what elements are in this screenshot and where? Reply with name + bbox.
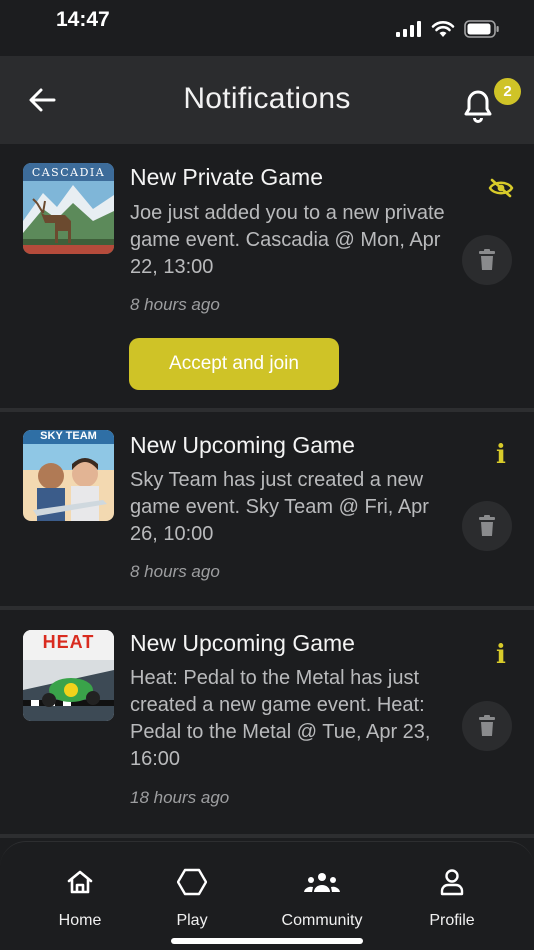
bell-icon <box>464 90 492 123</box>
status-bar: 14:47 <box>0 0 534 56</box>
heat-thumbnail: HEAT <box>23 630 114 721</box>
accept-and-join-button[interactable]: Accept and join <box>129 338 339 390</box>
delete-notification-button[interactable] <box>462 501 512 551</box>
notification-card: SKY TEAM New Upcoming Game Sky Team has … <box>0 412 534 606</box>
trash-icon <box>479 515 495 536</box>
bottom-nav: Home Play Community Profile <box>0 841 534 950</box>
notification-card: CASCADIA New Private Game Joe just added… <box>0 144 534 408</box>
sky-team-thumbnail: SKY TEAM <box>23 430 114 521</box>
info-icon: i <box>496 440 506 470</box>
eye-off-icon <box>488 178 514 198</box>
cascadia-logo-text: CASCADIA <box>31 166 106 179</box>
notification-time: 8 hours ago <box>130 295 220 314</box>
notification-title: New Upcoming Game <box>130 630 355 656</box>
delete-notification-button[interactable] <box>462 701 512 751</box>
nav-community-label: Community <box>281 912 363 929</box>
notification-body: Sky Team has just created a new game eve… <box>130 469 429 545</box>
nav-home-label: Home <box>58 912 102 929</box>
home-indicator <box>171 938 363 944</box>
status-time: 14:47 <box>56 8 110 31</box>
info-icon: i <box>496 640 506 670</box>
sky-team-logo-text: SKY TEAM <box>40 430 97 442</box>
nav-community[interactable]: Community <box>267 866 377 930</box>
info-button[interactable]: i <box>486 440 516 470</box>
trash-icon <box>479 249 495 270</box>
notification-card: HEAT New Upcoming Game Heat: Pedal to th… <box>0 610 534 834</box>
nav-home[interactable]: Home <box>25 866 135 930</box>
notification-title: New Upcoming Game <box>130 432 355 458</box>
notification-time: 18 hours ago <box>130 788 230 807</box>
info-button[interactable]: i <box>486 640 516 670</box>
notification-time: 8 hours ago <box>130 562 220 581</box>
nav-profile[interactable]: Profile <box>397 866 507 930</box>
home-icon <box>67 870 93 894</box>
signal-icon <box>396 21 421 37</box>
app-header: Notifications <box>0 56 534 144</box>
wifi-icon <box>431 21 455 37</box>
hexagon-icon <box>177 868 207 896</box>
notification-list: CASCADIA New Private Game Joe just added… <box>0 144 534 844</box>
trash-icon <box>479 715 495 736</box>
page-title: Notifications <box>183 82 351 115</box>
heat-logo-text: HEAT <box>42 632 95 652</box>
divider <box>0 834 534 838</box>
battery-icon <box>464 20 499 38</box>
notification-count-badge: 2 <box>494 78 521 105</box>
hide-notification-button[interactable] <box>486 173 516 203</box>
notification-body: Joe just added you to a new private game… <box>130 202 445 278</box>
delete-notification-button[interactable] <box>462 235 512 285</box>
notification-title: New Private Game <box>130 164 324 190</box>
notification-body: Heat: Pedal to the Metal has just create… <box>130 667 431 770</box>
nav-play-label: Play <box>176 912 208 929</box>
status-icons <box>396 20 500 38</box>
nav-play[interactable]: Play <box>137 866 247 930</box>
profile-icon <box>440 869 464 896</box>
nav-profile-label: Profile <box>429 912 475 929</box>
cascadia-thumbnail: CASCADIA <box>23 163 114 254</box>
community-icon <box>304 873 340 892</box>
